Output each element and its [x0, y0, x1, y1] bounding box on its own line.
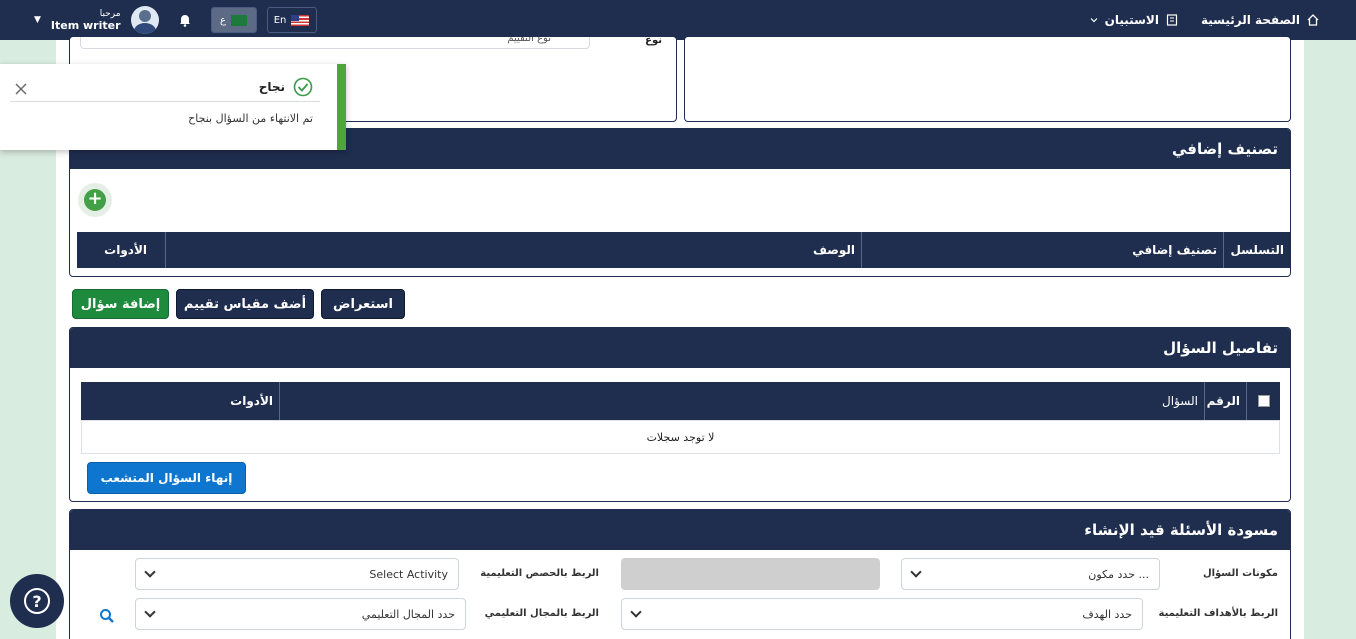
components-value: حدد مكون ...: [1088, 567, 1149, 581]
assessment-type-label: نوع: [645, 36, 662, 46]
finish-branched-question-button[interactable]: إنهاء السؤال المتشعب: [87, 462, 246, 494]
user-name: Item writer: [50, 19, 121, 32]
domain-label: الربط بالمجال التعليمي: [484, 608, 599, 619]
classification-title: تصنيف إضافي: [1171, 140, 1278, 158]
add-classification-button[interactable]: +: [78, 183, 112, 217]
lang-english-button[interactable]: En: [266, 7, 317, 33]
objectives-select[interactable]: حدد الهدف: [621, 598, 1143, 630]
top-navbar: الصفحة الرئيسية الاستبيان ▼ مرحبا Item w…: [0, 0, 1356, 40]
activity-value: Select Activity: [369, 567, 448, 581]
check-circle-icon: [293, 77, 313, 97]
toast-title-row: نجاح: [259, 77, 313, 97]
us-flag-icon: [291, 14, 310, 26]
col-question: السؤال: [279, 382, 1204, 420]
question-mark-icon: ?: [24, 588, 50, 614]
add-rubric-button[interactable]: أضف مقياس تقييم: [176, 289, 314, 319]
search-icon[interactable]: [99, 608, 115, 624]
chevron-down-icon: [910, 566, 922, 578]
col-number: الرقم: [1204, 382, 1246, 420]
drafts-panel: مسودة الأسئلة قيد الإنشاء مكونات السؤال …: [69, 509, 1291, 639]
nav-survey-label: الاستبيان: [1104, 13, 1159, 27]
nav-home[interactable]: الصفحة الرئيسية: [1201, 13, 1320, 27]
question-details-panel: تفاصيل السؤال الرقم السؤال الأدوات لا تو…: [69, 327, 1291, 502]
col-question-tools: الأدوات: [230, 394, 273, 408]
drafts-header: مسودة الأسئلة قيد الإنشاء: [70, 510, 1290, 550]
chevron-down-icon: [144, 606, 156, 618]
top-right-panel: [684, 36, 1291, 122]
chevron-down-icon: [1090, 18, 1098, 23]
objectives-label: الربط بالأهداف التعليمية: [1158, 608, 1278, 619]
saudi-flag-icon: [231, 14, 248, 26]
user-info[interactable]: مرحبا Item writer: [51, 8, 121, 32]
nav-links: الصفحة الرئيسية الاستبيان: [1089, 0, 1320, 40]
assessment-type-value: نوع التقييم: [507, 36, 551, 44]
activity-select[interactable]: Select Activity: [135, 558, 459, 590]
domain-select[interactable]: حدد المجال التعليمي: [135, 598, 466, 630]
objectives-value: حدد الهدف: [1082, 607, 1132, 621]
col-tools: الأدوات: [104, 243, 147, 257]
toast-message: تم الانتهاء من السؤال بنجاح: [188, 112, 313, 125]
components-select[interactable]: حدد مكون ...: [901, 558, 1160, 590]
classification-table-header: التسلسل تصنيف إضافي الوصف الأدوات: [77, 232, 1290, 268]
components-label: مكونات السؤال: [1202, 568, 1278, 579]
help-button[interactable]: ?: [10, 574, 64, 628]
nav-survey[interactable]: الاستبيان: [1089, 13, 1179, 27]
question-table-empty-row: لا توجد سجلات: [81, 420, 1280, 454]
survey-icon: [1166, 14, 1178, 26]
preview-button[interactable]: استعراض: [321, 289, 405, 319]
lang-english-label: En: [273, 14, 287, 26]
avatar[interactable]: [130, 6, 159, 34]
question-details-title: تفاصيل السؤال: [1163, 339, 1278, 357]
chevron-down-icon: [630, 606, 642, 618]
empty-message: لا توجد سجلات: [646, 430, 715, 444]
col-description: الوصف: [165, 232, 861, 268]
lessons-label: الربط بالحصص التعليمية: [480, 568, 599, 579]
disabled-field: [621, 558, 880, 590]
drafts-title: مسودة الأسئلة قيد الإنشاء: [1084, 521, 1278, 539]
toast-divider: [10, 101, 320, 102]
close-icon[interactable]: [14, 82, 28, 96]
select-all-cell: [1246, 382, 1280, 420]
assessment-type-field[interactable]: نوع التقييم: [80, 36, 590, 49]
col-sequence: التسلسل: [1223, 232, 1290, 268]
home-icon: [1307, 14, 1319, 26]
user-area: ▼ مرحبا Item writer ع En: [34, 0, 317, 40]
plus-icon: +: [84, 189, 106, 211]
classification-panel: تصنيف إضافي + التسلسل تصنيف إضافي الوصف …: [69, 128, 1291, 277]
nav-home-label: الصفحة الرئيسية: [1200, 13, 1300, 27]
toast-title: نجاح: [258, 80, 285, 94]
select-all-checkbox[interactable]: [1257, 395, 1270, 407]
question-table-header: الرقم السؤال الأدوات: [81, 382, 1280, 420]
question-details-header: تفاصيل السؤال: [70, 328, 1290, 368]
chevron-down-icon: [144, 566, 156, 578]
add-question-button[interactable]: إضافة سؤال: [72, 289, 169, 319]
user-menu-caret-icon[interactable]: ▼: [34, 15, 41, 25]
lang-arabic-button[interactable]: ع: [210, 7, 257, 33]
lang-arabic-label: ع: [220, 14, 227, 26]
success-toast: نجاح تم الانتهاء من السؤال بنجاح: [0, 64, 346, 150]
bell-icon[interactable]: [177, 12, 193, 28]
domain-value: حدد المجال التعليمي: [361, 607, 455, 621]
col-classification: تصنيف إضافي: [861, 232, 1223, 268]
